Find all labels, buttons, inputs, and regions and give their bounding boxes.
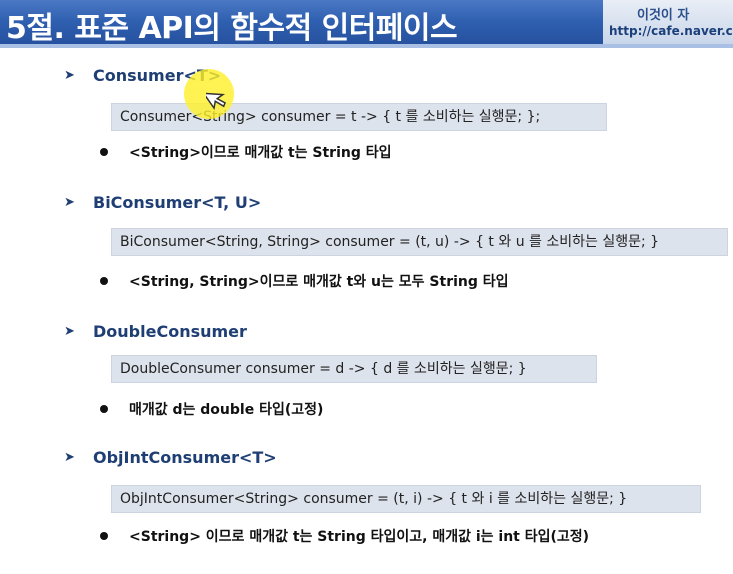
bullet-dot-icon — [100, 148, 108, 156]
section-heading-text: ObjIntConsumer<T> — [93, 448, 277, 467]
code-snippet-doubleconsumer: DoubleConsumer consumer = d -> { d 를 소비하… — [111, 355, 597, 383]
slide-title: 5절. 표준 API의 함수적 인터페이스 — [6, 11, 458, 46]
bullet-doubleconsumer: 매개값 d는 double 타입(고정) — [100, 399, 323, 419]
slide-header: 5절. 표준 API의 함수적 인터페이스 이것이 자 http://cafe.… — [0, 0, 733, 48]
bullet-objintconsumer: <String> 이므로 매개값 t는 String 타입이고, 매개값 i는 … — [100, 526, 589, 546]
section-heading-doubleconsumer: ➤ DoubleConsumer — [64, 322, 247, 341]
section-heading-objintconsumer: ➤ ObjIntConsumer<T> — [64, 448, 277, 467]
bullet-dot-icon — [100, 405, 108, 413]
bullet-text: <String> 이므로 매개값 t는 String 타입이고, 매개값 i는 … — [129, 529, 590, 545]
code-snippet-biconsumer: BiConsumer<String, String> consumer = (t… — [111, 228, 728, 256]
bullet-text: 매개값 d는 double 타입(고정) — [129, 402, 324, 418]
section-heading-biconsumer: ➤ BiConsumer<T, U> — [64, 193, 261, 212]
header-branding: 이것이 자 http://cafe.naver.co — [603, 0, 733, 44]
header-author-text: 이것이 자 — [637, 8, 690, 23]
bullet-biconsumer: <String, String>이므로 매개값 t와 u는 모두 String … — [100, 271, 509, 291]
bullet-dot-icon — [100, 532, 108, 540]
section-heading-text: DoubleConsumer — [93, 322, 247, 341]
arrow-marker-icon: ➤ — [64, 195, 75, 210]
header-url-link[interactable]: http://cafe.naver.co — [609, 24, 733, 38]
arrow-marker-icon: ➤ — [64, 68, 75, 83]
arrow-marker-icon: ➤ — [64, 450, 75, 465]
mouse-cursor-icon — [206, 92, 226, 111]
section-heading-text: BiConsumer<T, U> — [93, 193, 262, 212]
code-snippet-objintconsumer: ObjIntConsumer<String> consumer = (t, i)… — [111, 485, 701, 513]
bullet-consumer: <String>이므로 매개값 t는 String 타입 — [100, 142, 392, 162]
arrow-marker-icon: ➤ — [64, 324, 75, 339]
bullet-dot-icon — [100, 277, 108, 285]
bullet-text: <String>이므로 매개값 t는 String 타입 — [129, 145, 392, 161]
bullet-text: <String, String>이므로 매개값 t와 u는 모두 String … — [129, 274, 509, 290]
code-snippet-consumer: Consumer<String> consumer = t -> { t 를 소… — [111, 103, 607, 131]
